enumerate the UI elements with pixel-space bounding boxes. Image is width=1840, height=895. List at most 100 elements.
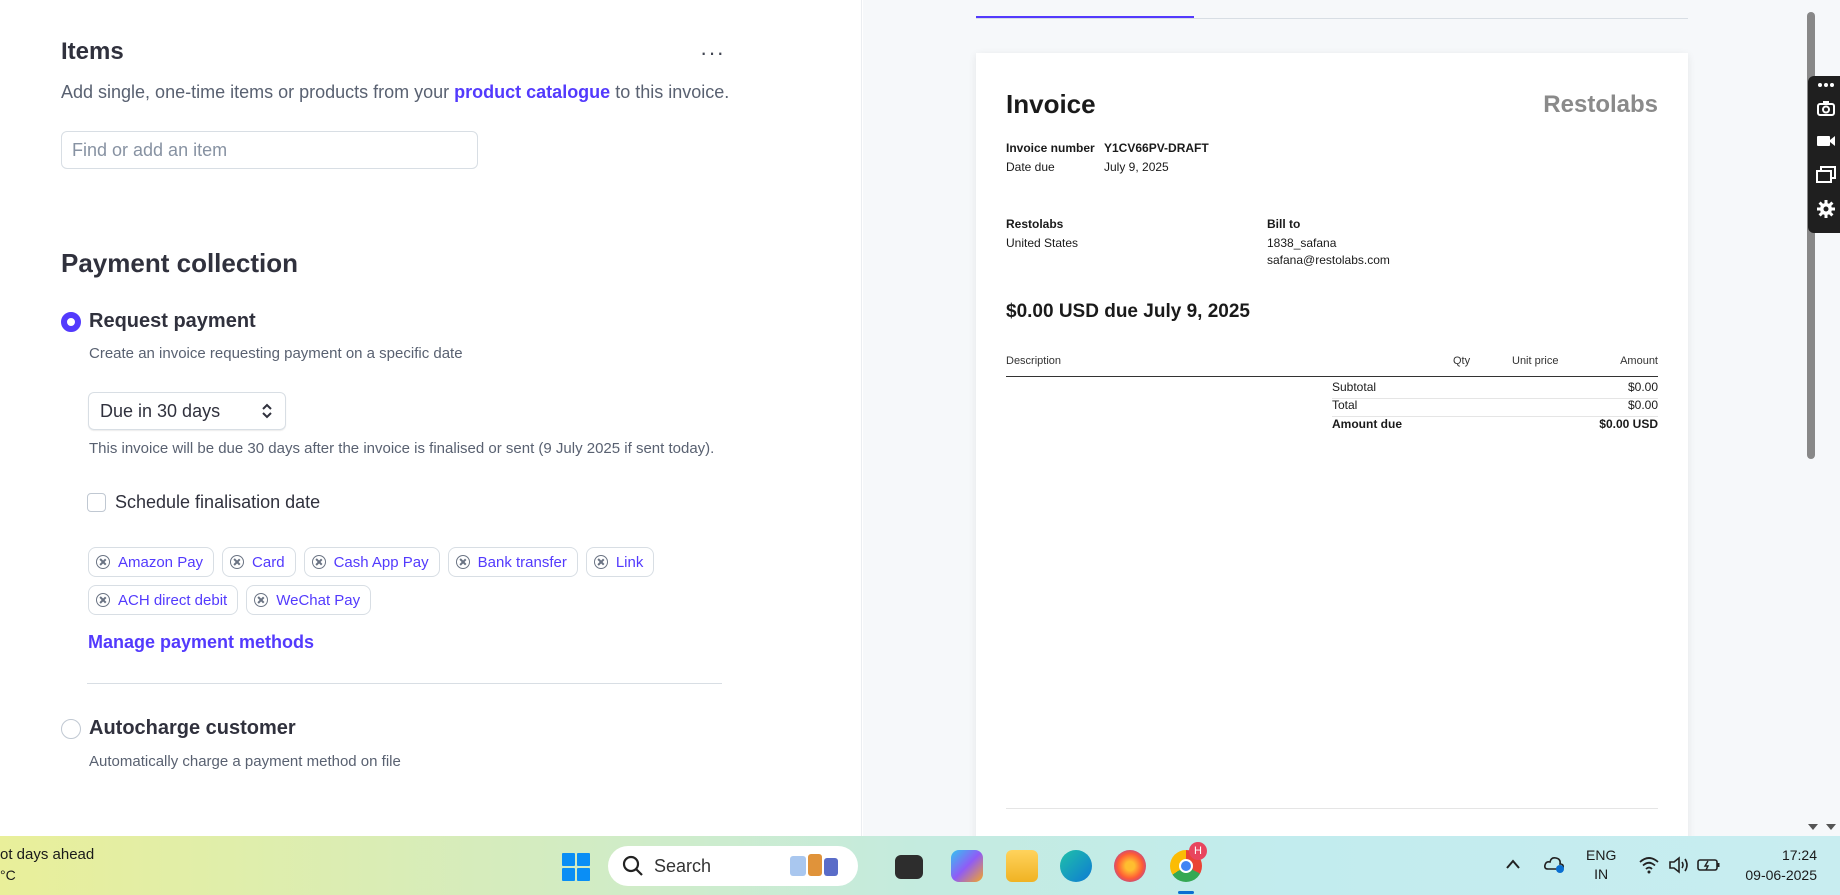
remove-circle-icon[interactable] [230, 555, 245, 569]
product-catalogue-link[interactable]: product catalogue [454, 82, 610, 102]
payment-method-chips: Amazon Pay Card Cash App Pay Bank transf… [88, 547, 688, 615]
capture-toolbar [1808, 76, 1840, 233]
payment-method-chip[interactable]: WeChat Pay [246, 585, 372, 615]
due-date-select-value: Due in 30 days [100, 400, 221, 421]
active-app-indicator [1178, 891, 1194, 894]
payment-method-chip[interactable]: Cash App Pay [303, 547, 440, 577]
weather-widget-text[interactable]: ot days ahead [0, 846, 94, 863]
taskbar-search-box[interactable]: Search [608, 846, 858, 886]
request-payment-radio[interactable] [61, 312, 81, 332]
wifi-icon[interactable] [1638, 856, 1660, 874]
date-due-label: Date due [1006, 160, 1055, 174]
copilot-icon[interactable] [951, 850, 983, 882]
payment-method-chip[interactable]: Card [222, 547, 296, 577]
preview-tab-active-indicator[interactable] [976, 16, 1194, 18]
taskbar-clock[interactable]: 17:24 09-06-2025 [1737, 845, 1817, 885]
find-item-input[interactable] [61, 131, 478, 169]
windows-taskbar: ot days ahead °C Search H ENG IN 17:24 0… [0, 836, 1840, 895]
total-label: Total [1332, 398, 1358, 412]
payment-method-name: WeChat Pay [276, 591, 361, 609]
language-code: ENG [1586, 847, 1617, 863]
col-unit-price: Unit price [1512, 355, 1559, 367]
select-arrows-icon [262, 403, 272, 419]
preview-tabs-line [976, 18, 1688, 19]
remove-circle-icon[interactable] [96, 593, 110, 607]
autocharge-description: Automatically charge a payment method on… [89, 753, 401, 770]
request-payment-label[interactable]: Request payment [89, 310, 256, 333]
items-description: Add single, one-time items or products f… [61, 82, 729, 103]
amount-due-heading: $0.00 USD due July 9, 2025 [1006, 301, 1250, 322]
more-dots-icon[interactable] [1816, 80, 1836, 90]
invoice-preview-card: Invoice Restolabs Invoice number Y1CV66P… [976, 53, 1688, 836]
battery-icon[interactable] [1697, 857, 1721, 873]
section-divider [87, 683, 722, 684]
total-value: $0.00 [1627, 398, 1658, 412]
items-description-prefix: Add single, one-time items or products f… [61, 82, 455, 102]
payment-method-chip[interactable]: ACH direct debit [88, 585, 239, 615]
autocharge-label[interactable]: Autocharge customer [89, 717, 296, 740]
task-view-icon[interactable] [895, 855, 923, 879]
payment-method-name: Bank transfer [477, 553, 567, 571]
file-explorer-icon[interactable] [1006, 850, 1038, 882]
edge-browser-icon[interactable] [1060, 850, 1092, 882]
weather-temperature[interactable]: °C [0, 867, 16, 883]
firefox-icon[interactable] [1114, 850, 1146, 882]
bill-to-name: 1838_safana [1267, 236, 1337, 250]
remove-circle-icon[interactable] [455, 555, 470, 569]
invoice-preview-panel: Invoice Restolabs Invoice number Y1CV66P… [863, 0, 1840, 836]
date-due-value: July 9, 2025 [1104, 160, 1169, 174]
remove-circle-icon[interactable] [96, 555, 110, 569]
invoice-brand: Restolabs [1543, 91, 1658, 118]
clock-time: 17:24 [1781, 847, 1817, 863]
language-indicator[interactable]: ENG IN [1586, 846, 1616, 884]
remove-circle-icon[interactable] [311, 555, 326, 569]
payment-collection-title: Payment collection [61, 248, 298, 278]
camera-icon[interactable] [1816, 98, 1836, 118]
speaker-icon[interactable] [1668, 856, 1690, 874]
due-date-note: This invoice will be due 30 days after t… [89, 440, 715, 457]
clock-date: 09-06-2025 [1745, 867, 1817, 883]
schedule-finalisation-checkbox[interactable] [87, 493, 106, 512]
items-description-suffix: to this invoice. [610, 82, 730, 102]
col-description: Description [1006, 355, 1062, 367]
language-region: IN [1594, 866, 1609, 882]
remove-circle-icon[interactable] [593, 555, 608, 569]
payment-method-name: Amazon Pay [118, 553, 204, 571]
chrome-icon[interactable]: H [1170, 842, 1207, 882]
windows-start-icon[interactable] [562, 853, 590, 881]
invoice-number-value: Y1CV66PV-DRAFT [1104, 141, 1209, 155]
payment-method-chip[interactable]: Link [585, 547, 655, 577]
invoice-editor-panel: Items ··· Add single, one-time items or … [0, 0, 862, 836]
schedule-finalisation-label[interactable]: Schedule finalisation date [115, 492, 320, 513]
summary-rule [1332, 398, 1658, 399]
payment-method-name: Link [615, 553, 644, 571]
from-country: United States [1006, 236, 1079, 250]
chevron-up-icon[interactable] [1505, 858, 1521, 870]
subtotal-value: $0.00 [1627, 380, 1658, 394]
payment-method-chip[interactable]: Amazon Pay [88, 547, 215, 577]
payment-method-name: Cash App Pay [333, 553, 429, 571]
manage-payment-methods-link[interactable]: Manage payment methods [88, 632, 314, 653]
video-camera-icon[interactable] [1816, 131, 1836, 151]
bill-to-email: safana@restolabs.com [1267, 253, 1390, 267]
payment-method-chip[interactable]: Bank transfer [447, 547, 578, 577]
due-date-select[interactable]: Due in 30 days [88, 392, 286, 430]
col-amount: Amount [1620, 355, 1658, 367]
items-section-title: Items [61, 38, 124, 65]
taskbar-search-label: Search [654, 855, 712, 876]
scroll-down-arrow-icon[interactable] [1806, 822, 1838, 832]
search-highlight-icon [790, 854, 838, 876]
invoice-number-label: Invoice number [1006, 141, 1095, 155]
onedrive-cloud-icon[interactable] [1543, 854, 1565, 874]
bill-to-label: Bill to [1267, 217, 1301, 231]
windows-icon[interactable] [1816, 165, 1836, 185]
amount-due-label: Amount due [1332, 417, 1402, 431]
remove-circle-icon[interactable] [254, 593, 269, 607]
gear-icon[interactable] [1816, 199, 1836, 219]
invoice-title: Invoice [1006, 89, 1096, 119]
payment-method-name: ACH direct debit [118, 591, 228, 609]
chrome-profile-badge: H [1189, 842, 1207, 860]
autocharge-radio[interactable] [61, 719, 81, 739]
more-options-button[interactable]: ··· [700, 40, 725, 66]
request-payment-description: Create an invoice requesting payment on … [89, 345, 463, 362]
